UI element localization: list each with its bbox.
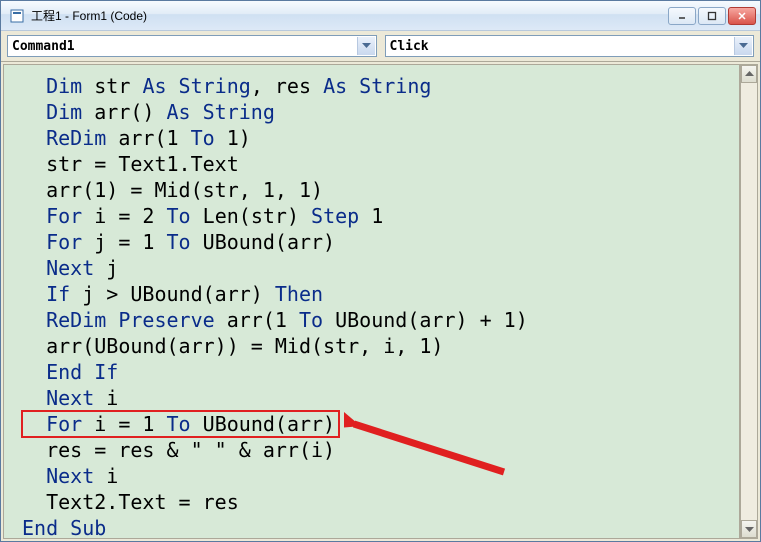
maximize-button[interactable] bbox=[698, 7, 726, 25]
event-selector-value: Click bbox=[390, 39, 429, 54]
code-editor[interactable]: Dim str As String, res As String Dim arr… bbox=[3, 64, 740, 539]
code-line: If j > UBound(arr) Then bbox=[22, 281, 729, 307]
code-line: ReDim Preserve arr(1 To UBound(arr) + 1) bbox=[22, 307, 729, 333]
selector-bar: Command1 Click bbox=[1, 31, 760, 62]
window-title: 工程1 - Form1 (Code) bbox=[31, 7, 668, 24]
code-line: arr(1) = Mid(str, 1, 1) bbox=[22, 177, 729, 203]
window-controls bbox=[668, 7, 756, 25]
code-line: End If bbox=[22, 359, 729, 385]
code-line: For i = 1 To UBound(arr) bbox=[22, 411, 729, 437]
object-selector[interactable]: Command1 bbox=[7, 35, 377, 57]
code-line: str = Text1.Text bbox=[22, 151, 729, 177]
code-line: Text2.Text = res bbox=[22, 489, 729, 515]
code-line: For i = 2 To Len(str) Step 1 bbox=[22, 203, 729, 229]
event-selector[interactable]: Click bbox=[385, 35, 755, 57]
editor-wrap: Dim str As String, res As String Dim arr… bbox=[1, 62, 760, 541]
window-frame: 工程1 - Form1 (Code) Command1 Click Dim st… bbox=[0, 0, 761, 542]
object-selector-value: Command1 bbox=[12, 39, 75, 54]
code-line: For j = 1 To UBound(arr) bbox=[22, 229, 729, 255]
scroll-down-button[interactable] bbox=[741, 520, 757, 538]
code-line: Next j bbox=[22, 255, 729, 281]
code-line: ReDim arr(1 To 1) bbox=[22, 125, 729, 151]
close-button[interactable] bbox=[728, 7, 756, 25]
scroll-up-button[interactable] bbox=[741, 65, 757, 83]
app-icon bbox=[9, 8, 25, 24]
code-line: res = res & " " & arr(i) bbox=[22, 437, 729, 463]
chevron-down-icon bbox=[734, 37, 752, 55]
titlebar[interactable]: 工程1 - Form1 (Code) bbox=[1, 1, 760, 31]
scroll-track[interactable] bbox=[741, 83, 757, 520]
code-line: Dim arr() As String bbox=[22, 99, 729, 125]
code-line: Dim str As String, res As String bbox=[22, 73, 729, 99]
code-line: Next i bbox=[22, 385, 729, 411]
vertical-scrollbar[interactable] bbox=[740, 64, 758, 539]
code-line: End Sub bbox=[22, 515, 729, 539]
code-line: Next i bbox=[22, 463, 729, 489]
code-line: arr(UBound(arr)) = Mid(str, i, 1) bbox=[22, 333, 729, 359]
chevron-down-icon bbox=[357, 37, 375, 55]
minimize-button[interactable] bbox=[668, 7, 696, 25]
